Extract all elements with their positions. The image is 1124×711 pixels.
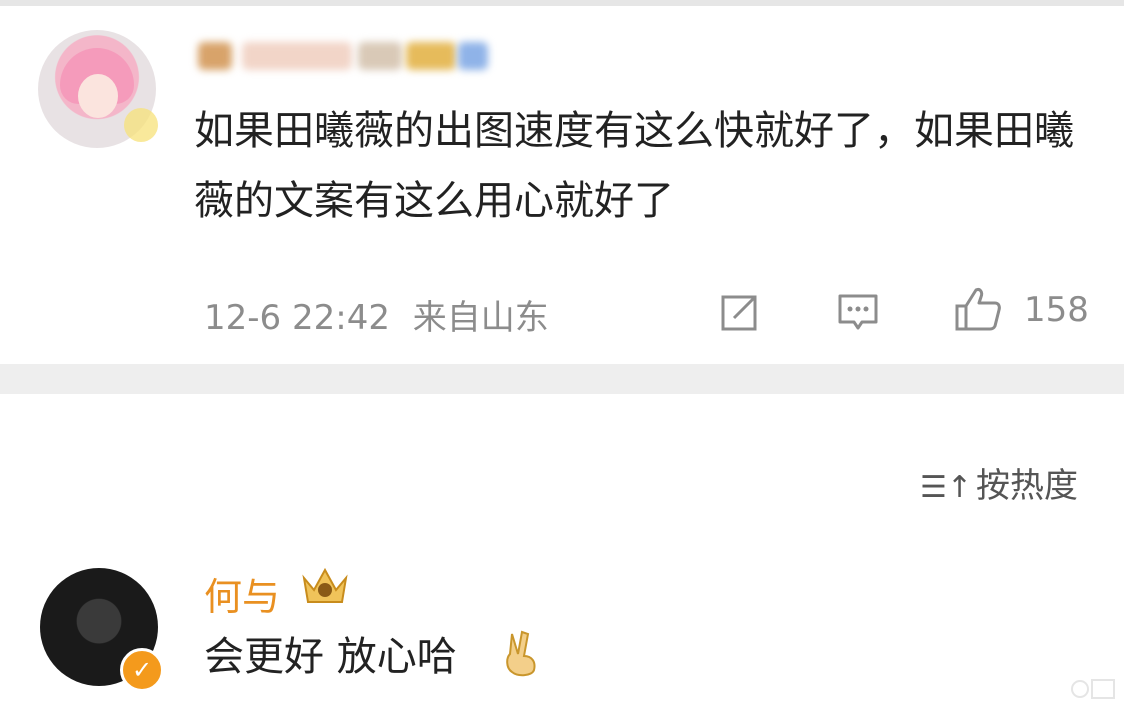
peace-hand-icon (506, 630, 536, 677)
weibo-comment-screen: 如果田曦薇的出图速度有这么快就好了，如果田曦薇的文案有这么用心就好了 12-6 … (0, 0, 1124, 711)
user1-name-blurred[interactable] (198, 36, 488, 74)
comment-icon[interactable] (836, 292, 880, 332)
section-divider (0, 364, 1124, 394)
comment1-meta: 12-6 22:42 来自山东 (204, 290, 561, 339)
verified-badge-icon: ✓ (120, 648, 164, 692)
comment1-time: 12-6 22:42 (204, 298, 390, 338)
avatar-face (78, 74, 118, 118)
top-edge (0, 0, 1124, 6)
comment1-location: 来自山东 (412, 298, 549, 338)
watermark-icon (1071, 679, 1115, 699)
sort-icon: ☰↑ (920, 470, 973, 505)
like-count: 158 (1024, 290, 1089, 330)
user2-name[interactable]: 何与 (204, 566, 280, 621)
share-icon[interactable] (720, 292, 760, 332)
comment1-text: 如果田曦薇的出图速度有这么快就好了，如果田曦薇的文案有这么用心就好了 (194, 108, 1074, 224)
crown-icon (302, 567, 348, 603)
sort-by-hot-button[interactable]: ☰↑ 按热度 (920, 458, 1078, 507)
comment2-text: 会更好 放心哈 (204, 634, 457, 680)
like-icon[interactable] (954, 286, 1002, 332)
sort-label: 按热度 (976, 466, 1079, 506)
user1-badge-icon (124, 108, 158, 142)
